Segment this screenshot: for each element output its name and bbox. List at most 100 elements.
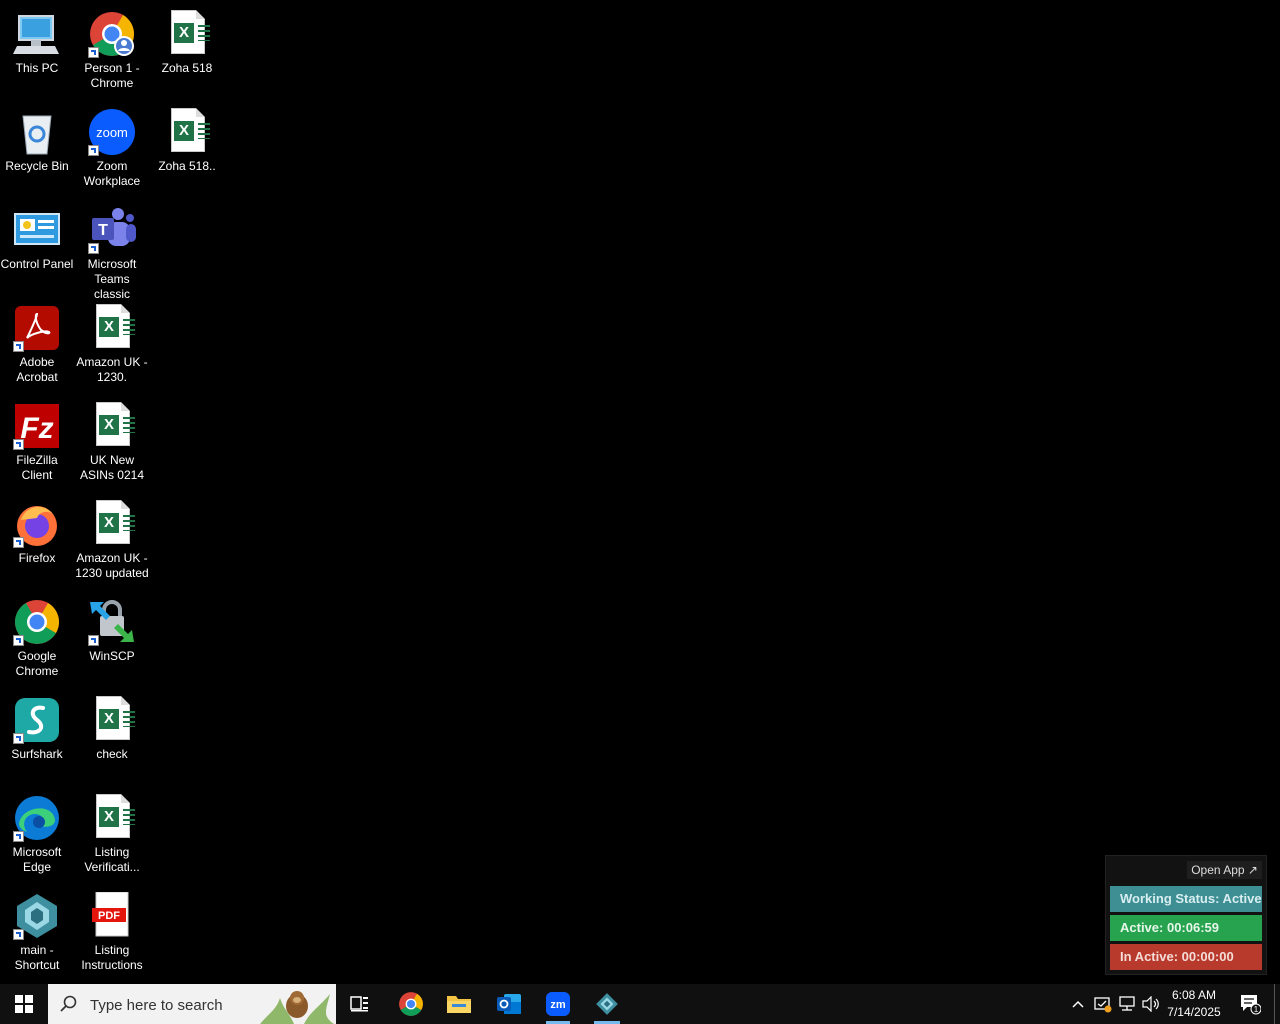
filezilla-icon: Fz: [13, 402, 61, 450]
shortcut-arrow-icon: [13, 733, 24, 744]
show-desktop-button[interactable]: [1274, 984, 1275, 1024]
taskbar-search[interactable]: [48, 984, 336, 1024]
desktop-icon-surfshark[interactable]: Surfshark: [0, 692, 74, 788]
desktop-icon-filezilla[interactable]: Fz FileZilla Client: [0, 398, 74, 494]
taskbar: zm 6:08 AM 7/14/2025 1: [0, 984, 1280, 1024]
excel-file-icon: X: [88, 304, 136, 352]
this-pc-icon: [13, 10, 61, 58]
zoom-icon: zm: [546, 992, 570, 1016]
search-highlight-illustration-icon: [260, 991, 334, 1024]
start-button[interactable]: [0, 984, 48, 1024]
zoom-icon: zoom: [88, 108, 136, 156]
network-icon: [1119, 996, 1135, 1011]
desktop-icon-this-pc[interactable]: This PC: [0, 6, 74, 102]
search-icon: [60, 995, 77, 1012]
chrome-profile-icon: [88, 10, 136, 58]
desktop-icon-winscp[interactable]: WinSCP: [75, 594, 149, 690]
excel-file-icon: X: [88, 500, 136, 548]
surfshark-icon: [13, 696, 61, 744]
desktop-icon-zoha-518[interactable]: X Zoha 518: [150, 6, 224, 102]
shortcut-arrow-icon: [88, 635, 99, 646]
desktop-icon-teams-classic[interactable]: T Microsoft Teams classic: [75, 202, 149, 301]
time-tracker-widget: Open App ↗ Working Status: Active Active…: [1105, 855, 1267, 975]
winscp-icon: [88, 598, 136, 646]
desktop-icon-amazon-uk-1230-updated[interactable]: X Amazon UK - 1230 updated: [75, 496, 149, 592]
open-app-link[interactable]: Open App ↗: [1187, 861, 1262, 879]
desktop-icon-google-chrome[interactable]: Google Chrome: [0, 594, 74, 690]
taskbar-file-explorer[interactable]: [438, 984, 480, 1024]
app-shortcut-icon: [13, 892, 61, 940]
zoom-logo-text: zoom: [96, 125, 128, 140]
shortcut-arrow-icon: [13, 831, 24, 842]
desktop-icon-amazon-uk-1230[interactable]: X Amazon UK - 1230.: [75, 300, 149, 396]
svg-text:Fz: Fz: [20, 412, 53, 445]
desktop-icon-check[interactable]: X check: [75, 692, 149, 788]
desktop-icon-adobe-acrobat[interactable]: Adobe Acrobat: [0, 300, 74, 396]
desktop-icon-main-shortcut[interactable]: main - Shortcut: [0, 888, 74, 984]
desktop-icon-firefox[interactable]: Firefox: [0, 496, 74, 592]
svg-text:T: T: [98, 222, 108, 239]
taskbar-chrome[interactable]: [390, 984, 432, 1024]
desktop-icon-zoha-518-copy[interactable]: X Zoha 518..: [150, 104, 224, 200]
shortcut-arrow-icon: [88, 47, 99, 58]
notification-count: 1: [1254, 1005, 1259, 1014]
speaker-icon: [1142, 996, 1159, 1012]
acrobat-icon: [13, 304, 61, 352]
desktop-icon-recycle-bin[interactable]: Recycle Bin: [0, 104, 74, 200]
app-icon: [596, 993, 618, 1015]
tray-security-app[interactable]: [1092, 984, 1114, 1024]
desktop: This PC Recycle Bin Control Panel Adobe …: [0, 0, 1280, 984]
desktop-icon-zoom-workplace[interactable]: zoom Zoom Workplace: [75, 104, 149, 200]
tray-network[interactable]: [1116, 984, 1138, 1024]
excel-file-icon: X: [163, 10, 211, 58]
pdf-file-icon: PDF: [88, 891, 136, 940]
shortcut-arrow-icon: [13, 341, 24, 352]
desktop-icon-listing-instructions[interactable]: PDF Listing Instructions: [75, 888, 149, 984]
taskbar-zoom[interactable]: zm: [538, 984, 578, 1024]
shortcut-arrow-icon: [13, 929, 24, 940]
clock-time: 6:08 AM: [1171, 988, 1217, 1002]
chevron-up-icon: [1072, 1000, 1084, 1008]
shortcut-arrow-icon: [88, 243, 99, 254]
search-input[interactable]: [88, 994, 272, 1016]
svg-text:zm: zm: [550, 999, 566, 1011]
edge-icon: [13, 794, 61, 842]
taskbar-clock[interactable]: 6:08 AM 7/14/2025: [1160, 987, 1228, 1021]
desktop-icon-uk-new-asins[interactable]: X UK New ASINs 0214: [75, 398, 149, 494]
outlook-icon: [497, 994, 521, 1014]
notification-center-button[interactable]: 1: [1236, 984, 1264, 1024]
clock-date: 7/14/2025: [1167, 1005, 1221, 1019]
show-hidden-icons-button[interactable]: [1068, 984, 1088, 1024]
excel-file-icon: X: [88, 402, 136, 450]
task-view-button[interactable]: [340, 984, 380, 1024]
inactive-time-row: In Active: 00:00:00: [1110, 944, 1262, 970]
desktop-icon-control-panel[interactable]: Control Panel: [0, 202, 74, 298]
chrome-icon: [13, 598, 61, 646]
pdf-badge-text: PDF: [98, 910, 120, 922]
file-explorer-icon: [447, 996, 471, 1013]
excel-file-icon: X: [88, 794, 136, 842]
desktop-icon-listing-verification[interactable]: X Listing Verificati...: [75, 790, 149, 886]
control-panel-icon: [13, 206, 61, 254]
excel-file-icon: X: [88, 696, 136, 744]
chrome-icon: [399, 992, 423, 1016]
shortcut-arrow-icon: [13, 439, 24, 450]
firefox-icon: [13, 500, 61, 548]
windows-logo-icon: [15, 995, 33, 1013]
shortcut-arrow-icon: [13, 537, 24, 548]
taskbar-outlook[interactable]: [488, 984, 530, 1024]
taskbar-tracker-app[interactable]: [586, 984, 628, 1024]
tray-volume[interactable]: [1140, 984, 1162, 1024]
shortcut-arrow-icon: [88, 145, 99, 156]
notification-icon: 1: [1241, 995, 1261, 1015]
working-status-row: Working Status: Active: [1110, 886, 1262, 912]
desktop-icon-microsoft-edge[interactable]: Microsoft Edge: [0, 790, 74, 886]
teams-icon: T: [88, 206, 136, 254]
desktop-icon-person1-chrome[interactable]: Person 1 - Chrome: [75, 6, 149, 102]
shortcut-arrow-icon: [13, 635, 24, 646]
security-status-icon: [1094, 997, 1112, 1013]
recycle-bin-icon: [13, 108, 61, 156]
active-time-row: Active: 00:06:59: [1110, 915, 1262, 941]
task-view-icon: [350, 996, 368, 1012]
excel-file-icon: X: [163, 108, 211, 156]
